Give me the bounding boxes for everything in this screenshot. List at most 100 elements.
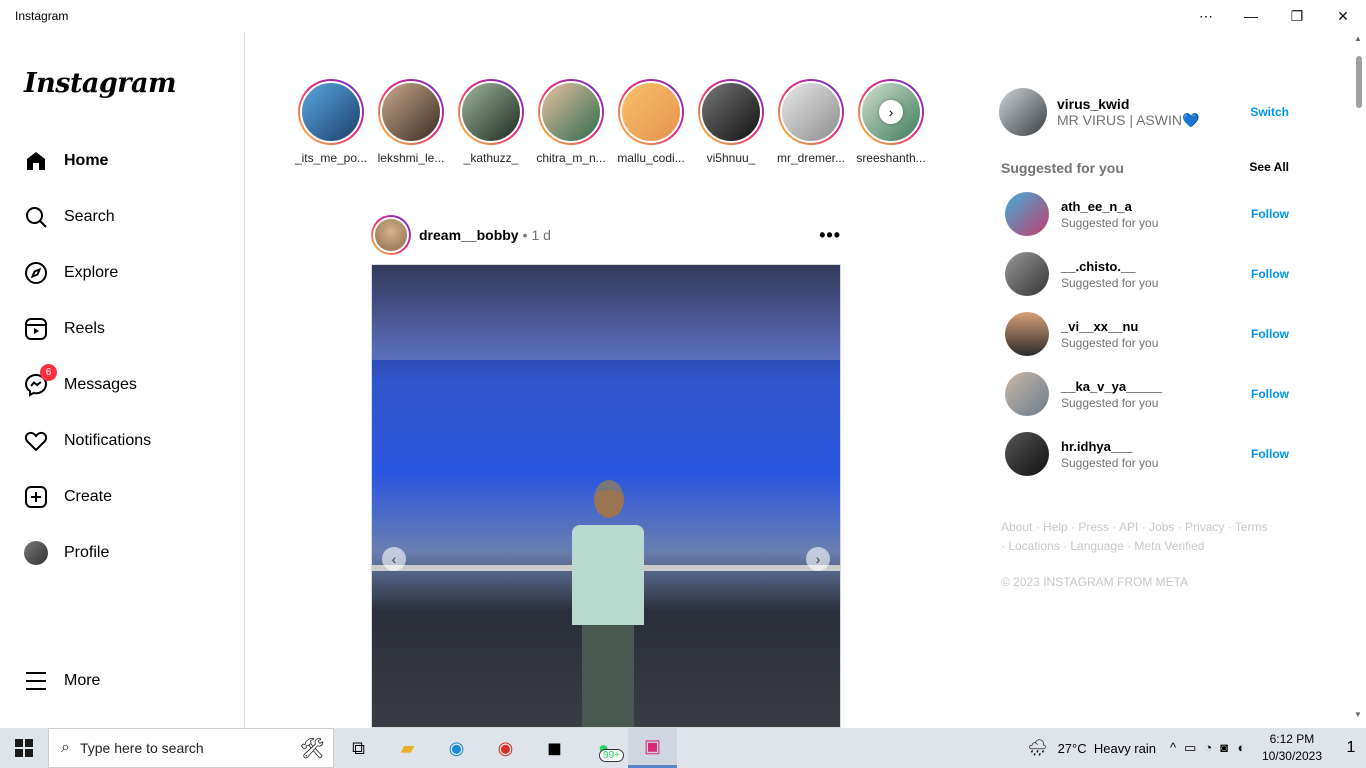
carousel-prev-button[interactable]: ‹ bbox=[382, 547, 406, 571]
sidebar-item-label: Explore bbox=[64, 264, 119, 281]
follow-button[interactable]: Follow bbox=[1251, 327, 1289, 341]
story-item[interactable]: mallu_codi... bbox=[611, 79, 691, 165]
current-display-name: MR VIRUS | ASWIN💙 bbox=[1057, 111, 1200, 128]
edge-icon[interactable]: ◉ bbox=[432, 728, 481, 768]
more-options-button[interactable]: ⋯ bbox=[1183, 0, 1229, 32]
close-button[interactable]: ✕ bbox=[1320, 0, 1366, 32]
story-item[interactable]: lekshmi_le... bbox=[371, 79, 451, 165]
suggestion-row: __ka_v_ya_____ Suggested for you Follow bbox=[1005, 372, 1289, 416]
sidebar-item-profile[interactable]: Profile bbox=[24, 533, 109, 573]
instagram-app: Instagram Home Search Explore Reels 6 Me… bbox=[0, 32, 1366, 728]
carousel-next-button[interactable]: › bbox=[806, 547, 830, 571]
sidebar-item-notifications[interactable]: Notifications bbox=[24, 421, 151, 461]
taskbar: ⌕ Type here to search 🛠 ⧉ ▰ ◉ ◉ ◼ ● 99+ ▣… bbox=[0, 728, 1366, 768]
follow-button[interactable]: Follow bbox=[1251, 267, 1289, 281]
see-all-link[interactable]: See All bbox=[1249, 160, 1289, 176]
suggestion-row: _vi__xx__nu Suggested for you Follow bbox=[1005, 312, 1289, 356]
sidebar-item-messages[interactable]: 6 Messages bbox=[24, 364, 137, 405]
scroll-thumb[interactable] bbox=[1356, 56, 1362, 108]
weather-condition: Heavy rain bbox=[1093, 740, 1156, 756]
suggestion-username[interactable]: ath_ee_n_a bbox=[1061, 199, 1158, 214]
suggestions-header: Suggested for you See All bbox=[1001, 160, 1289, 176]
suggestion-row: ath_ee_n_a Suggested for you Follow bbox=[1005, 192, 1289, 236]
suggestion-username[interactable]: __.chisto.__ bbox=[1061, 259, 1158, 274]
avatar[interactable] bbox=[999, 88, 1047, 136]
sidebar-item-label: Messages bbox=[64, 376, 137, 393]
sidebar-item-create[interactable]: Create bbox=[24, 477, 112, 517]
switch-account-button[interactable]: Switch bbox=[1250, 105, 1289, 119]
tray-icons[interactable]: ^▭◔◙◖ bbox=[1170, 740, 1252, 756]
avatar[interactable] bbox=[1005, 252, 1049, 296]
sidebar-item-explore[interactable]: Explore bbox=[24, 253, 118, 293]
suggestion-username[interactable]: __ka_v_ya_____ bbox=[1061, 379, 1162, 394]
sidebar-item-home[interactable]: Home bbox=[24, 141, 108, 181]
search-icon bbox=[24, 205, 48, 229]
suggestion-subtitle: Suggested for you bbox=[1061, 335, 1159, 350]
scrollbar[interactable]: ▲ ▼ bbox=[1352, 32, 1366, 728]
clock[interactable]: 6:12 PM 10/30/2023 bbox=[1262, 731, 1322, 765]
sidebar-item-more[interactable]: More bbox=[24, 661, 100, 701]
minimize-button[interactable]: — bbox=[1228, 0, 1274, 32]
story-item[interactable]: _kathuzz_ bbox=[451, 79, 531, 165]
post-username[interactable]: dream__bobby bbox=[419, 227, 519, 243]
follow-button[interactable]: Follow bbox=[1251, 207, 1289, 221]
start-button[interactable] bbox=[0, 728, 48, 768]
suggestion-subtitle: Suggested for you bbox=[1061, 395, 1159, 410]
post-timestamp: 1 d bbox=[531, 227, 551, 243]
post-header: dream__bobby • 1 d ••• bbox=[371, 215, 841, 255]
suggestion-subtitle: Suggested for you bbox=[1061, 215, 1159, 230]
taskbar-search[interactable]: ⌕ Type here to search 🛠 bbox=[48, 728, 334, 768]
scroll-up-icon[interactable]: ▲ bbox=[1354, 34, 1362, 43]
avatar[interactable] bbox=[1005, 432, 1049, 476]
instagram-logo[interactable]: Instagram bbox=[24, 68, 177, 99]
follow-button[interactable]: Follow bbox=[1251, 447, 1289, 461]
scroll-down-icon[interactable]: ▼ bbox=[1354, 710, 1362, 719]
avatar[interactable] bbox=[1005, 372, 1049, 416]
system-tray: 🌧 27°C Heavy rain ^▭◔◙◖ 6:12 PM 10/30/20… bbox=[1027, 728, 1366, 768]
github-icon[interactable]: ◼ bbox=[530, 728, 579, 768]
suggestion-username[interactable]: hr.idhya___ bbox=[1061, 439, 1158, 454]
footer-links[interactable]: About · Help · Press · API · Jobs · Priv… bbox=[1001, 518, 1271, 556]
chevron-right-icon: › bbox=[815, 551, 821, 567]
sidebar-item-label: Search bbox=[64, 208, 115, 225]
task-view-icon[interactable]: ⧉ bbox=[334, 728, 383, 768]
post-more-icon[interactable]: ••• bbox=[819, 225, 841, 246]
search-icon: ⌕ bbox=[61, 739, 70, 756]
suggestion-username[interactable]: _vi__xx__nu bbox=[1061, 319, 1158, 334]
story-item[interactable]: mr_dremer... bbox=[771, 79, 851, 165]
weather-widget[interactable]: 🌧 27°C Heavy rain bbox=[1027, 738, 1156, 758]
suggestion-row: hr.idhya___ Suggested for you Follow bbox=[1005, 432, 1289, 476]
sidebar-item-reels[interactable]: Reels bbox=[24, 309, 105, 349]
instagram-taskbar-icon[interactable]: ▣ bbox=[628, 728, 677, 768]
copyright: © 2023 INSTAGRAM FROM META bbox=[1001, 575, 1189, 589]
stories-next-button[interactable]: › bbox=[879, 100, 903, 124]
story-item[interactable]: chitra_m_n... bbox=[531, 79, 611, 165]
suggestions-title: Suggested for you bbox=[1001, 160, 1124, 176]
whatsapp-icon[interactable]: ● 99+ bbox=[579, 728, 628, 768]
story-item[interactable]: _its_me_po... bbox=[291, 79, 371, 165]
tools-icon: 🛠 bbox=[299, 737, 325, 760]
suggestion-subtitle: Suggested for you bbox=[1061, 275, 1159, 290]
story-item[interactable]: vi5hnuu_ bbox=[691, 79, 771, 165]
maximize-button[interactable]: ❐ bbox=[1274, 0, 1320, 32]
current-username[interactable]: virus_kwid bbox=[1057, 96, 1199, 112]
sidebar-item-search[interactable]: Search bbox=[24, 197, 115, 237]
notification-center-icon[interactable]: 1 bbox=[1336, 739, 1366, 757]
sidebar-item-label: Home bbox=[64, 152, 109, 169]
current-account: virus_kwid MR VIRUS | ASWIN💙 Switch bbox=[999, 88, 1289, 136]
avatar[interactable] bbox=[1005, 312, 1049, 356]
post-avatar[interactable] bbox=[371, 215, 411, 255]
reels-icon bbox=[24, 317, 48, 341]
chrome-icon[interactable]: ◉ bbox=[481, 728, 530, 768]
title-bar: Instagram ⋯ — ❐ ✕ bbox=[0, 0, 1366, 32]
stories-tray: _its_me_po... lekshmi_le... _kathuzz_ ch… bbox=[291, 79, 931, 165]
file-explorer-icon[interactable]: ▰ bbox=[383, 728, 432, 768]
avatar[interactable] bbox=[1005, 192, 1049, 236]
follow-button[interactable]: Follow bbox=[1251, 387, 1289, 401]
sidebar-item-label: Profile bbox=[64, 544, 110, 561]
post-image[interactable]: ‹ › bbox=[371, 264, 841, 728]
weather-temp: 27°C bbox=[1057, 740, 1087, 756]
plus-square-icon bbox=[24, 485, 48, 509]
compass-icon bbox=[24, 261, 48, 285]
avatar bbox=[24, 541, 48, 565]
